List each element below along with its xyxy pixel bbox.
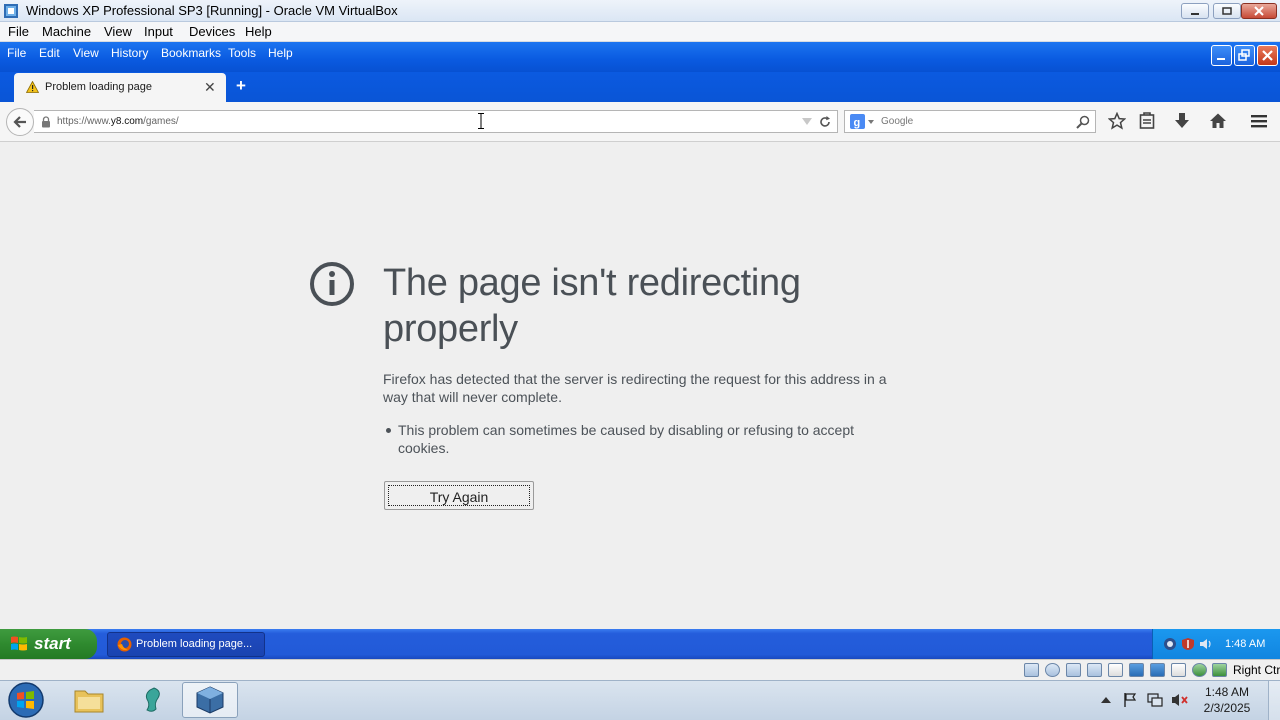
bookmarks-menu-icon[interactable] bbox=[1139, 112, 1155, 130]
tab-title: Problem loading page bbox=[45, 81, 153, 93]
url-dropdown-icon[interactable] bbox=[802, 118, 812, 126]
search-bar[interactable]: g Google bbox=[844, 110, 1096, 133]
host-menu-input[interactable]: Input bbox=[144, 24, 173, 39]
host-restore-button[interactable] bbox=[1213, 3, 1241, 19]
host-network-icon[interactable] bbox=[1146, 692, 1164, 708]
host-menu-view[interactable]: View bbox=[104, 24, 132, 39]
ff-menu-view[interactable]: View bbox=[73, 46, 99, 60]
hamburger-menu-icon[interactable] bbox=[1250, 113, 1268, 129]
host-time: 1:48 AM bbox=[1204, 685, 1250, 699]
xp-close-button[interactable] bbox=[1257, 45, 1278, 66]
info-icon bbox=[310, 262, 354, 306]
start-label: start bbox=[34, 634, 71, 653]
host-menu-machine[interactable]: Machine bbox=[42, 24, 91, 39]
lock-icon bbox=[42, 116, 50, 128]
error-description: Firefox has detected that the server is … bbox=[383, 371, 887, 405]
bookmark-star-icon[interactable] bbox=[1108, 112, 1126, 130]
seahorse-app-icon bbox=[145, 687, 160, 712]
url-bar[interactable]: https://www.y8.com/games/ bbox=[34, 110, 838, 133]
vbox-status-bar: Right Ctrl bbox=[0, 659, 1280, 680]
host-volume-muted-icon[interactable] bbox=[1171, 692, 1189, 708]
text-cursor-icon bbox=[478, 113, 484, 129]
new-tab-button[interactable]: + bbox=[236, 77, 250, 94]
search-placeholder: Google bbox=[881, 116, 914, 127]
host-minimize-button[interactable] bbox=[1181, 3, 1209, 19]
search-icon[interactable] bbox=[1076, 115, 1090, 129]
tab-close-icon[interactable]: ✕ bbox=[204, 79, 216, 96]
ff-menu-tools[interactable]: Tools bbox=[228, 46, 256, 60]
host-date: 2/3/2025 bbox=[1203, 701, 1251, 715]
host-clock[interactable]: 1:48 AM 2/3/2025 bbox=[1196, 684, 1258, 716]
virtualbox-app-icon bbox=[4, 4, 18, 18]
pinned-explorer[interactable] bbox=[61, 682, 117, 718]
folder-icon bbox=[74, 690, 104, 713]
host-window-title: Windows XP Professional SP3 [Running] - … bbox=[26, 3, 398, 18]
try-again-label: Try Again bbox=[429, 489, 489, 505]
xp-minimize-button[interactable] bbox=[1211, 45, 1232, 66]
ff-menu-help[interactable]: Help bbox=[268, 46, 293, 60]
try-again-button[interactable]: Try Again bbox=[384, 481, 534, 510]
url-text: https://www.y8.com/games/ bbox=[57, 116, 179, 127]
host-key-label: Right Ctrl bbox=[1233, 663, 1280, 677]
vbox-cpu-icon[interactable] bbox=[1192, 663, 1207, 677]
host-menu-devices[interactable]: Devices bbox=[189, 24, 235, 39]
error-hint-item: This problem can sometimes be caused by … bbox=[398, 422, 855, 456]
ff-menu-bookmarks[interactable]: Bookmarks bbox=[161, 46, 221, 60]
host-menu-file[interactable]: File bbox=[8, 24, 29, 39]
pinned-app[interactable] bbox=[122, 682, 178, 718]
bullet-dot bbox=[386, 428, 391, 433]
host-start-orb-icon[interactable] bbox=[4, 681, 48, 719]
tray-network-icon[interactable] bbox=[1163, 637, 1177, 651]
virtualbox-icon bbox=[196, 686, 224, 714]
vbox-mouse-integration-icon[interactable] bbox=[1212, 663, 1227, 677]
task-label: Problem loading page... bbox=[136, 638, 253, 650]
downloads-icon[interactable] bbox=[1174, 112, 1190, 130]
vbox-video-capture-icon[interactable] bbox=[1171, 663, 1186, 677]
vbox-optical-drive-icon[interactable] bbox=[1045, 663, 1060, 677]
vbox-display-icon[interactable] bbox=[1150, 663, 1165, 677]
ff-menu-edit[interactable]: Edit bbox=[39, 46, 60, 60]
windows-flag-icon bbox=[11, 636, 27, 651]
xp-clock: 1:48 AM bbox=[1225, 638, 1266, 650]
back-arrow-icon bbox=[13, 116, 26, 128]
firefox-icon bbox=[117, 637, 132, 652]
error-title: The page isn't redirecting properly bbox=[383, 262, 801, 350]
taskbar-firefox-task[interactable]: Problem loading page... bbox=[107, 632, 265, 657]
xp-restore-button[interactable] bbox=[1234, 45, 1255, 66]
google-engine-icon[interactable]: g bbox=[850, 114, 876, 130]
host-title-bar: Windows XP Professional SP3 [Running] - … bbox=[0, 0, 1280, 22]
ff-menu-history[interactable]: History bbox=[111, 46, 148, 60]
tab-problem-loading[interactable]: Problem loading page ✕ bbox=[14, 73, 226, 103]
action-center-flag-icon[interactable] bbox=[1122, 692, 1138, 708]
xp-start-button[interactable]: start bbox=[0, 629, 97, 659]
vbox-usb-icon[interactable] bbox=[1108, 663, 1123, 677]
svg-text:g: g bbox=[854, 117, 861, 129]
pinned-virtualbox[interactable] bbox=[182, 682, 238, 718]
vbox-shared-folders-icon[interactable] bbox=[1129, 663, 1144, 677]
ff-menu-file[interactable]: File bbox=[7, 46, 26, 60]
tray-security-shield-icon[interactable] bbox=[1181, 637, 1195, 651]
reload-icon[interactable] bbox=[818, 115, 832, 129]
host-menu-help[interactable]: Help bbox=[245, 24, 272, 39]
vbox-audio-icon[interactable] bbox=[1066, 663, 1081, 677]
warning-icon bbox=[26, 81, 39, 93]
tray-volume-icon[interactable] bbox=[1199, 637, 1213, 651]
home-icon[interactable] bbox=[1209, 112, 1227, 130]
show-desktop-button[interactable] bbox=[1268, 681, 1280, 720]
show-hidden-icons-icon[interactable] bbox=[1101, 696, 1111, 704]
vbox-network-icon[interactable] bbox=[1087, 663, 1102, 677]
vbox-harddisk-icon[interactable] bbox=[1024, 663, 1039, 677]
host-menu-bar: File Machine View Input Devices Help bbox=[0, 22, 1280, 42]
back-button[interactable] bbox=[6, 108, 34, 136]
xp-system-tray: 1:48 AM bbox=[1152, 629, 1280, 659]
host-close-button[interactable] bbox=[1241, 3, 1277, 19]
